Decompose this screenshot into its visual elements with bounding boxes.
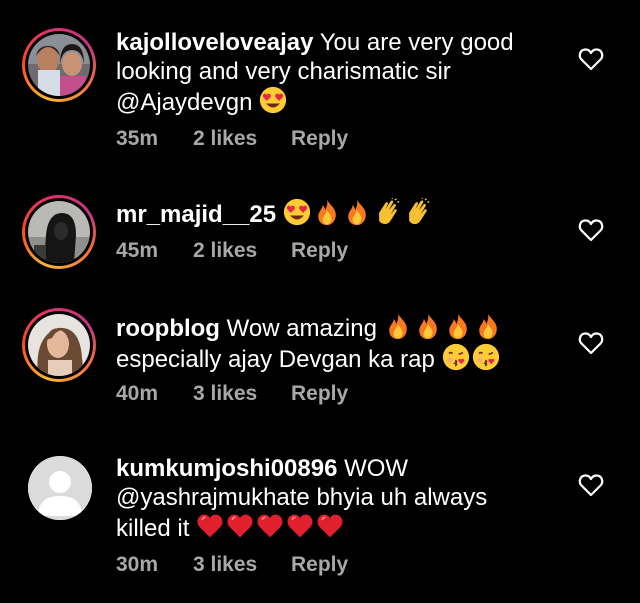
- comment-body: roopblog Wow amazing especially ajay Dev…: [116, 312, 556, 374]
- comment-text: especially ajay Devgan ka rap: [116, 346, 435, 373]
- likes-count[interactable]: 2 likes: [193, 127, 291, 151]
- kiss-emoji-icon: [442, 343, 470, 371]
- comment-meta: 30m 3 likes Reply: [116, 553, 348, 577]
- reply-button[interactable]: Reply: [291, 239, 348, 263]
- comment-text: You are very good: [319, 29, 514, 56]
- fire-emoji-icon: [313, 198, 341, 226]
- username[interactable]: roopblog: [116, 315, 220, 342]
- heart-eyes-emoji-icon: [283, 198, 311, 226]
- username[interactable]: kajolloveloveajay: [116, 29, 313, 56]
- like-heart-icon[interactable]: [578, 331, 604, 355]
- red-heart-emoji-icon: [316, 512, 344, 540]
- reply-button[interactable]: Reply: [291, 127, 348, 151]
- like-heart-icon[interactable]: [578, 47, 604, 71]
- comment-text: looking and very charismatic sir: [116, 58, 451, 85]
- username[interactable]: mr_majid__25: [116, 201, 276, 228]
- likes-count[interactable]: 2 likes: [193, 239, 291, 263]
- reply-button[interactable]: Reply: [291, 553, 348, 577]
- avatar[interactable]: [28, 201, 90, 263]
- fire-emoji-icon: [343, 198, 371, 226]
- kiss-emoji-icon: [472, 343, 500, 371]
- comment-text-with-mention[interactable]: @yashrajmukhate bhyia uh always: [116, 484, 487, 511]
- timestamp: 35m: [116, 127, 159, 150]
- clap-emoji-icon: [373, 198, 401, 226]
- hooded-man-photo: [28, 201, 90, 263]
- like-heart-icon[interactable]: [578, 218, 604, 242]
- comment-text: killed it: [116, 515, 190, 542]
- timestamp: 45m: [116, 239, 159, 262]
- comment-body: mr_majid__25: [116, 198, 556, 229]
- comment-text: WOW: [344, 455, 409, 482]
- comment-meta: 40m 3 likes Reply: [116, 382, 348, 406]
- comment-body: kajolloveloveajay You are very good look…: [116, 28, 556, 117]
- mention-link[interactable]: @Ajaydevgn: [116, 89, 252, 116]
- woman-photo: [28, 314, 90, 376]
- heart-eyes-emoji-icon: [259, 86, 287, 114]
- avatar[interactable]: [28, 34, 90, 96]
- red-heart-emoji-icon: [196, 512, 224, 540]
- username[interactable]: kumkumjoshi00896: [116, 455, 337, 482]
- clap-emoji-icon: [403, 198, 431, 226]
- timestamp: 40m: [116, 382, 159, 405]
- default-user-icon: [28, 456, 92, 520]
- default-avatar[interactable]: [28, 456, 92, 520]
- avatar[interactable]: [28, 314, 90, 376]
- timestamp: 30m: [116, 553, 159, 576]
- comment-body: kumkumjoshi00896 WOW @yashrajmukhate bhy…: [116, 454, 556, 543]
- likes-count[interactable]: 3 likes: [193, 553, 291, 577]
- couple-photo: [28, 34, 90, 96]
- red-heart-emoji-icon: [226, 512, 254, 540]
- fire-emoji-icon: [414, 312, 442, 340]
- fire-emoji-icon: [384, 312, 412, 340]
- red-heart-emoji-icon: [286, 512, 314, 540]
- reply-button[interactable]: Reply: [291, 382, 348, 406]
- comment-text: Wow amazing: [226, 315, 377, 342]
- red-heart-emoji-icon: [256, 512, 284, 540]
- like-heart-icon[interactable]: [578, 473, 604, 497]
- comment-meta: 45m 2 likes Reply: [116, 239, 348, 263]
- comment-meta: 35m 2 likes Reply: [116, 127, 348, 151]
- fire-emoji-icon: [474, 312, 502, 340]
- likes-count[interactable]: 3 likes: [193, 382, 291, 406]
- fire-emoji-icon: [444, 312, 472, 340]
